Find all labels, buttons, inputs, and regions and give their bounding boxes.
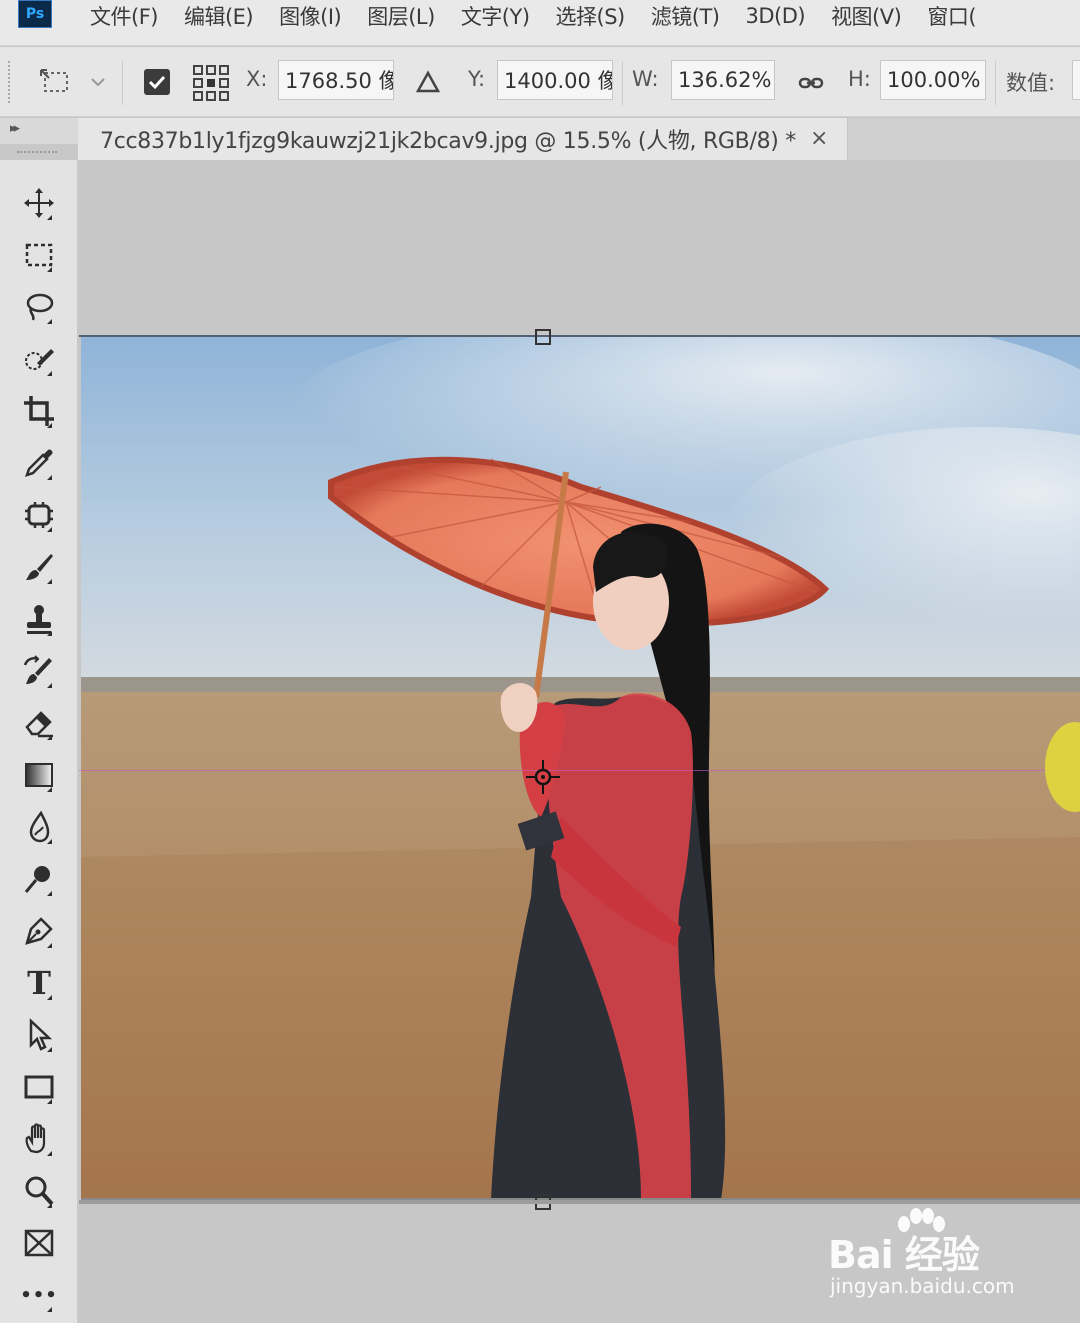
tools-panel: T ••• — [0, 151, 78, 1323]
close-icon[interactable]: × — [810, 126, 828, 151]
patch-icon[interactable] — [14, 492, 64, 538]
type-icon[interactable]: T — [14, 960, 64, 1006]
y-label: Y: — [468, 67, 486, 91]
double-chevron-icon[interactable]: ▸▸ — [10, 121, 20, 136]
menu-image[interactable]: 图像(I) — [266, 1, 354, 31]
gradient-icon[interactable] — [14, 752, 64, 798]
transform-handle-top[interactable] — [535, 329, 551, 345]
y-position-field[interactable]: 1400.00 像 — [497, 60, 613, 100]
dodge-icon[interactable] — [14, 856, 64, 902]
reference-point-grid-icon[interactable] — [190, 63, 232, 103]
clone-stamp-icon[interactable] — [14, 596, 64, 642]
brush-icon[interactable] — [14, 544, 64, 590]
toolbar-grip[interactable] — [17, 151, 57, 156]
reference-point-checkbox[interactable] — [144, 69, 170, 95]
link-aspect-icon[interactable] — [796, 71, 826, 95]
baidu-jingyan-watermark: Bai 经验 jingyan.baidu.com — [828, 1208, 1038, 1307]
reference-point-crosshair-icon[interactable] — [526, 760, 560, 794]
interpolation-field[interactable] — [1072, 60, 1080, 100]
more-glyph: ••• — [20, 1284, 58, 1306]
rectangular-marquee-icon[interactable] — [14, 232, 64, 278]
document-tab[interactable]: 7cc837b1ly1fjzg9kauwzj21jk2bcav9.jpg @ 1… — [78, 118, 848, 160]
document-tab-bar: 7cc837b1ly1fjzg9kauwzj21jk2bcav9.jpg @ 1… — [78, 118, 1080, 160]
menu-type[interactable]: 文字(Y) — [448, 1, 543, 31]
rectangle-icon[interactable] — [14, 1064, 64, 1110]
menu-layer[interactable]: 图层(L) — [354, 1, 448, 31]
menu-file[interactable]: 文件(F) — [90, 1, 171, 31]
options-bar-grip[interactable] — [8, 61, 12, 103]
chevron-down-icon[interactable] — [88, 75, 108, 89]
smart-guide-line — [79, 770, 1080, 771]
x-label: X: — [246, 67, 268, 91]
menu-filter[interactable]: 滤镜(T) — [638, 1, 733, 31]
more-tools-icon[interactable]: ••• — [14, 1272, 64, 1318]
move-tool-icon[interactable] — [14, 180, 64, 226]
canvas-area[interactable] — [79, 160, 1080, 1323]
watermark-url: jingyan.baidu.com — [830, 1274, 1015, 1298]
options-separator — [995, 61, 996, 105]
pen-icon[interactable] — [14, 908, 64, 954]
frame-icon[interactable] — [14, 1220, 64, 1266]
interpolation-label: 数值: — [1006, 71, 1056, 95]
height-field[interactable]: 100.00% — [880, 60, 986, 100]
menu-items: 文件(F) 编辑(E) 图像(I) 图层(L) 文字(Y) 选择(S) 滤镜(T… — [90, 0, 989, 32]
menu-bar: Ps 文件(F) 编辑(E) 图像(I) 图层(L) 文字(Y) 选择(S) 滤… — [0, 0, 1080, 46]
menu-window[interactable]: 窗口( — [914, 1, 989, 31]
photoshop-logo: Ps — [18, 0, 52, 28]
document-tab-title: 7cc837b1ly1fjzg9kauwzj21jk2bcav9.jpg @ 1… — [100, 129, 796, 154]
zoom-icon[interactable] — [14, 1168, 64, 1214]
blur-icon[interactable] — [14, 804, 64, 850]
lasso-icon[interactable] — [14, 284, 64, 330]
delta-relative-icon[interactable] — [413, 67, 443, 97]
h-label: H: — [848, 67, 871, 91]
eyedropper-icon[interactable] — [14, 440, 64, 486]
photoshop-window: Ps 文件(F) 编辑(E) 图像(I) 图层(L) 文字(Y) 选择(S) 滤… — [0, 0, 1080, 1323]
menu-view[interactable]: 视图(V) — [818, 1, 914, 31]
width-field[interactable]: 136.62% — [671, 60, 775, 100]
transform-tool-preset-icon[interactable] — [36, 65, 76, 99]
toolbar-collapse-strip[interactable]: ▸▸ — [0, 118, 78, 144]
quick-selection-icon[interactable] — [14, 336, 64, 382]
options-separator — [622, 61, 623, 105]
history-brush-icon[interactable] — [14, 648, 64, 694]
w-label: W: — [632, 67, 659, 91]
x-position-field[interactable]: 1768.50 像 — [278, 60, 394, 100]
menu-edit[interactable]: 编辑(E) — [171, 1, 266, 31]
menu-select[interactable]: 选择(S) — [543, 1, 638, 31]
options-bar: X: 1768.50 像 Y: 1400.00 像 W: 136.62% H: … — [0, 47, 1080, 117]
path-selection-icon[interactable] — [14, 1012, 64, 1058]
hand-icon[interactable] — [14, 1116, 64, 1162]
canvas-edge — [79, 1200, 1080, 1204]
crop-icon[interactable] — [14, 388, 64, 434]
checkmark-icon — [144, 69, 170, 95]
photo-layer[interactable] — [81, 337, 1080, 1200]
eraser-icon[interactable] — [14, 700, 64, 746]
menu-3d[interactable]: 3D(D) — [732, 4, 818, 28]
watermark-main-text: Bai 经验 — [828, 1233, 980, 1277]
options-separator — [122, 61, 123, 105]
